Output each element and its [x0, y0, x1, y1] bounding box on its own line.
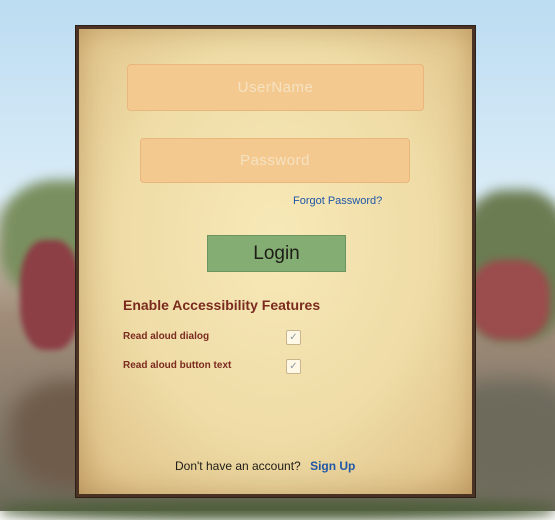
checkmark-icon: ✓: [289, 332, 298, 343]
background-grass: [0, 500, 555, 520]
signup-link[interactable]: Sign Up: [310, 459, 355, 473]
login-panel: UserName Password Forgot Password? Login…: [76, 26, 475, 497]
checkmark-icon: ✓: [289, 361, 298, 372]
signup-row: Don't have an account? Sign Up: [175, 459, 355, 473]
password-input[interactable]: Password: [140, 138, 410, 183]
accessibility-title: Enable Accessibility Features: [123, 297, 321, 313]
forgot-password-link[interactable]: Forgot Password?: [293, 195, 382, 207]
read-aloud-dialog-checkbox[interactable]: ✓: [286, 330, 301, 345]
username-input[interactable]: UserName: [127, 64, 424, 111]
background-tower: [20, 240, 80, 350]
read-aloud-dialog-label: Read aloud dialog: [123, 331, 210, 342]
signup-prompt: Don't have an account?: [175, 459, 301, 473]
background-house: [470, 260, 550, 340]
read-aloud-button-text-checkbox[interactable]: ✓: [286, 359, 301, 374]
login-button[interactable]: Login: [207, 235, 346, 272]
read-aloud-button-text-label: Read aloud button text: [123, 360, 232, 371]
